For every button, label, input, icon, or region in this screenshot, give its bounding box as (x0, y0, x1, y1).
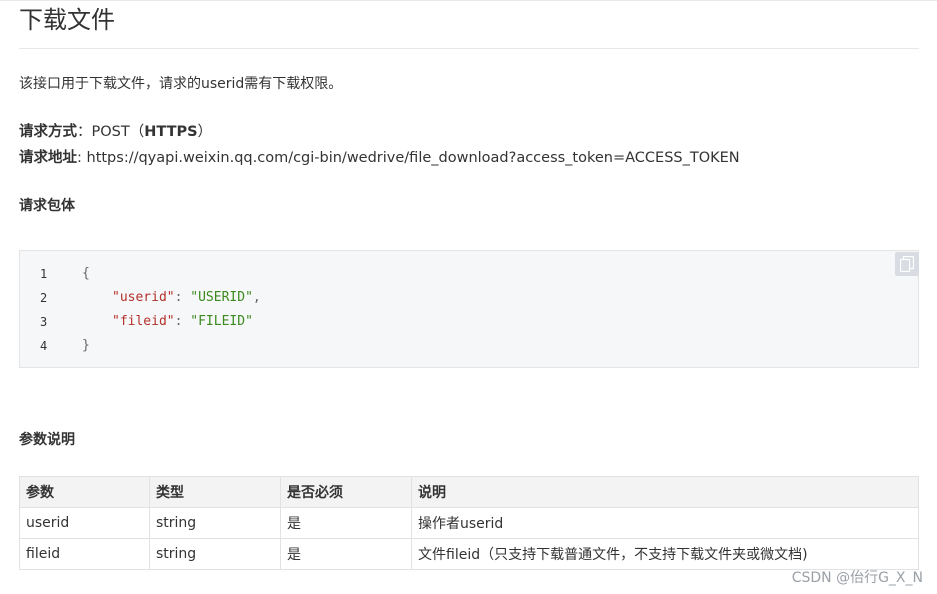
table-header-row: 参数 类型 是否必须 说明 (19, 476, 919, 508)
request-protocol: HTTPS (144, 124, 198, 140)
api-description: 该接口用于下载文件，请求的userid需有下载权限。 (19, 76, 343, 92)
page-title: 下载文件 (19, 6, 115, 34)
watermark: CSDN @佁行G_X_N (791, 570, 923, 586)
request-method-close: ） (197, 124, 213, 140)
table-row: fileid string 是 文件fileid（只支持下载普通文件，不支持下载… (19, 538, 919, 570)
table-cell: 操作者userid (411, 507, 919, 539)
request-url: 请求地址: https://qyapi.weixin.qq.com/cgi-bi… (19, 148, 740, 168)
close-brace: } (82, 338, 90, 353)
request-method-value: POST（ (91, 124, 145, 140)
code-block: 1 { 2 "userid": "USERID", 3 "fileid": "F… (19, 250, 919, 368)
table-cell: 文件fileid（只支持下载普通文件，不支持下载文件夹或微文档) (411, 538, 919, 570)
line-number: 1 (40, 267, 48, 281)
code-line: 2 "userid": "USERID", (20, 286, 918, 310)
line-number: 3 (40, 315, 48, 329)
request-url-sep: : (77, 150, 87, 166)
page: 下载文件 该接口用于下载文件，请求的userid需有下载权限。 请求方式：POS… (0, 0, 937, 594)
table-cell: userid (19, 507, 150, 539)
table-cell: 是 (280, 507, 412, 539)
request-url-label: 请求地址 (19, 150, 77, 166)
column-header: 类型 (149, 476, 281, 508)
column-header: 是否必须 (280, 476, 412, 508)
column-header: 参数 (19, 476, 150, 508)
params-heading: 参数说明 (19, 432, 75, 448)
column-header: 说明 (411, 476, 919, 508)
code-text: "userid": "USERID", (112, 290, 261, 305)
request-method-sep: ： (77, 124, 92, 140)
json-value: "USERID" (190, 290, 253, 305)
json-key: "fileid" (112, 314, 175, 329)
code-text: } (82, 334, 90, 358)
json-value: "FILEID" (190, 314, 253, 329)
open-brace: { (82, 266, 90, 281)
copy-icon (900, 256, 914, 272)
title-divider (19, 48, 919, 49)
table-cell: fileid (19, 538, 150, 570)
params-table: 参数 类型 是否必须 说明 userid string 是 操作者userid … (19, 476, 919, 570)
table-cell: string (149, 538, 281, 570)
request-method: 请求方式：POST（HTTPS） (19, 122, 212, 142)
code-text: "fileid": "FILEID" (112, 314, 253, 329)
top-divider (0, 0, 937, 1)
json-comma: , (252, 290, 261, 305)
code-line: 3 "fileid": "FILEID" (20, 310, 918, 334)
code-line: 1 { (20, 262, 918, 286)
table-row: userid string 是 操作者userid (19, 507, 919, 539)
json-key: "userid" (112, 290, 175, 305)
code-text: { (82, 262, 90, 286)
table-cell: 是 (280, 538, 412, 570)
request-method-label: 请求方式 (19, 124, 77, 140)
copy-code-button[interactable] (895, 252, 919, 276)
code-line: 4 } (20, 334, 918, 358)
request-body-heading: 请求包体 (19, 198, 75, 214)
line-number: 2 (40, 291, 48, 305)
line-number: 4 (40, 339, 48, 353)
table-cell: string (149, 507, 281, 539)
request-url-value[interactable]: https://qyapi.weixin.qq.com/cgi-bin/wedr… (87, 150, 740, 166)
